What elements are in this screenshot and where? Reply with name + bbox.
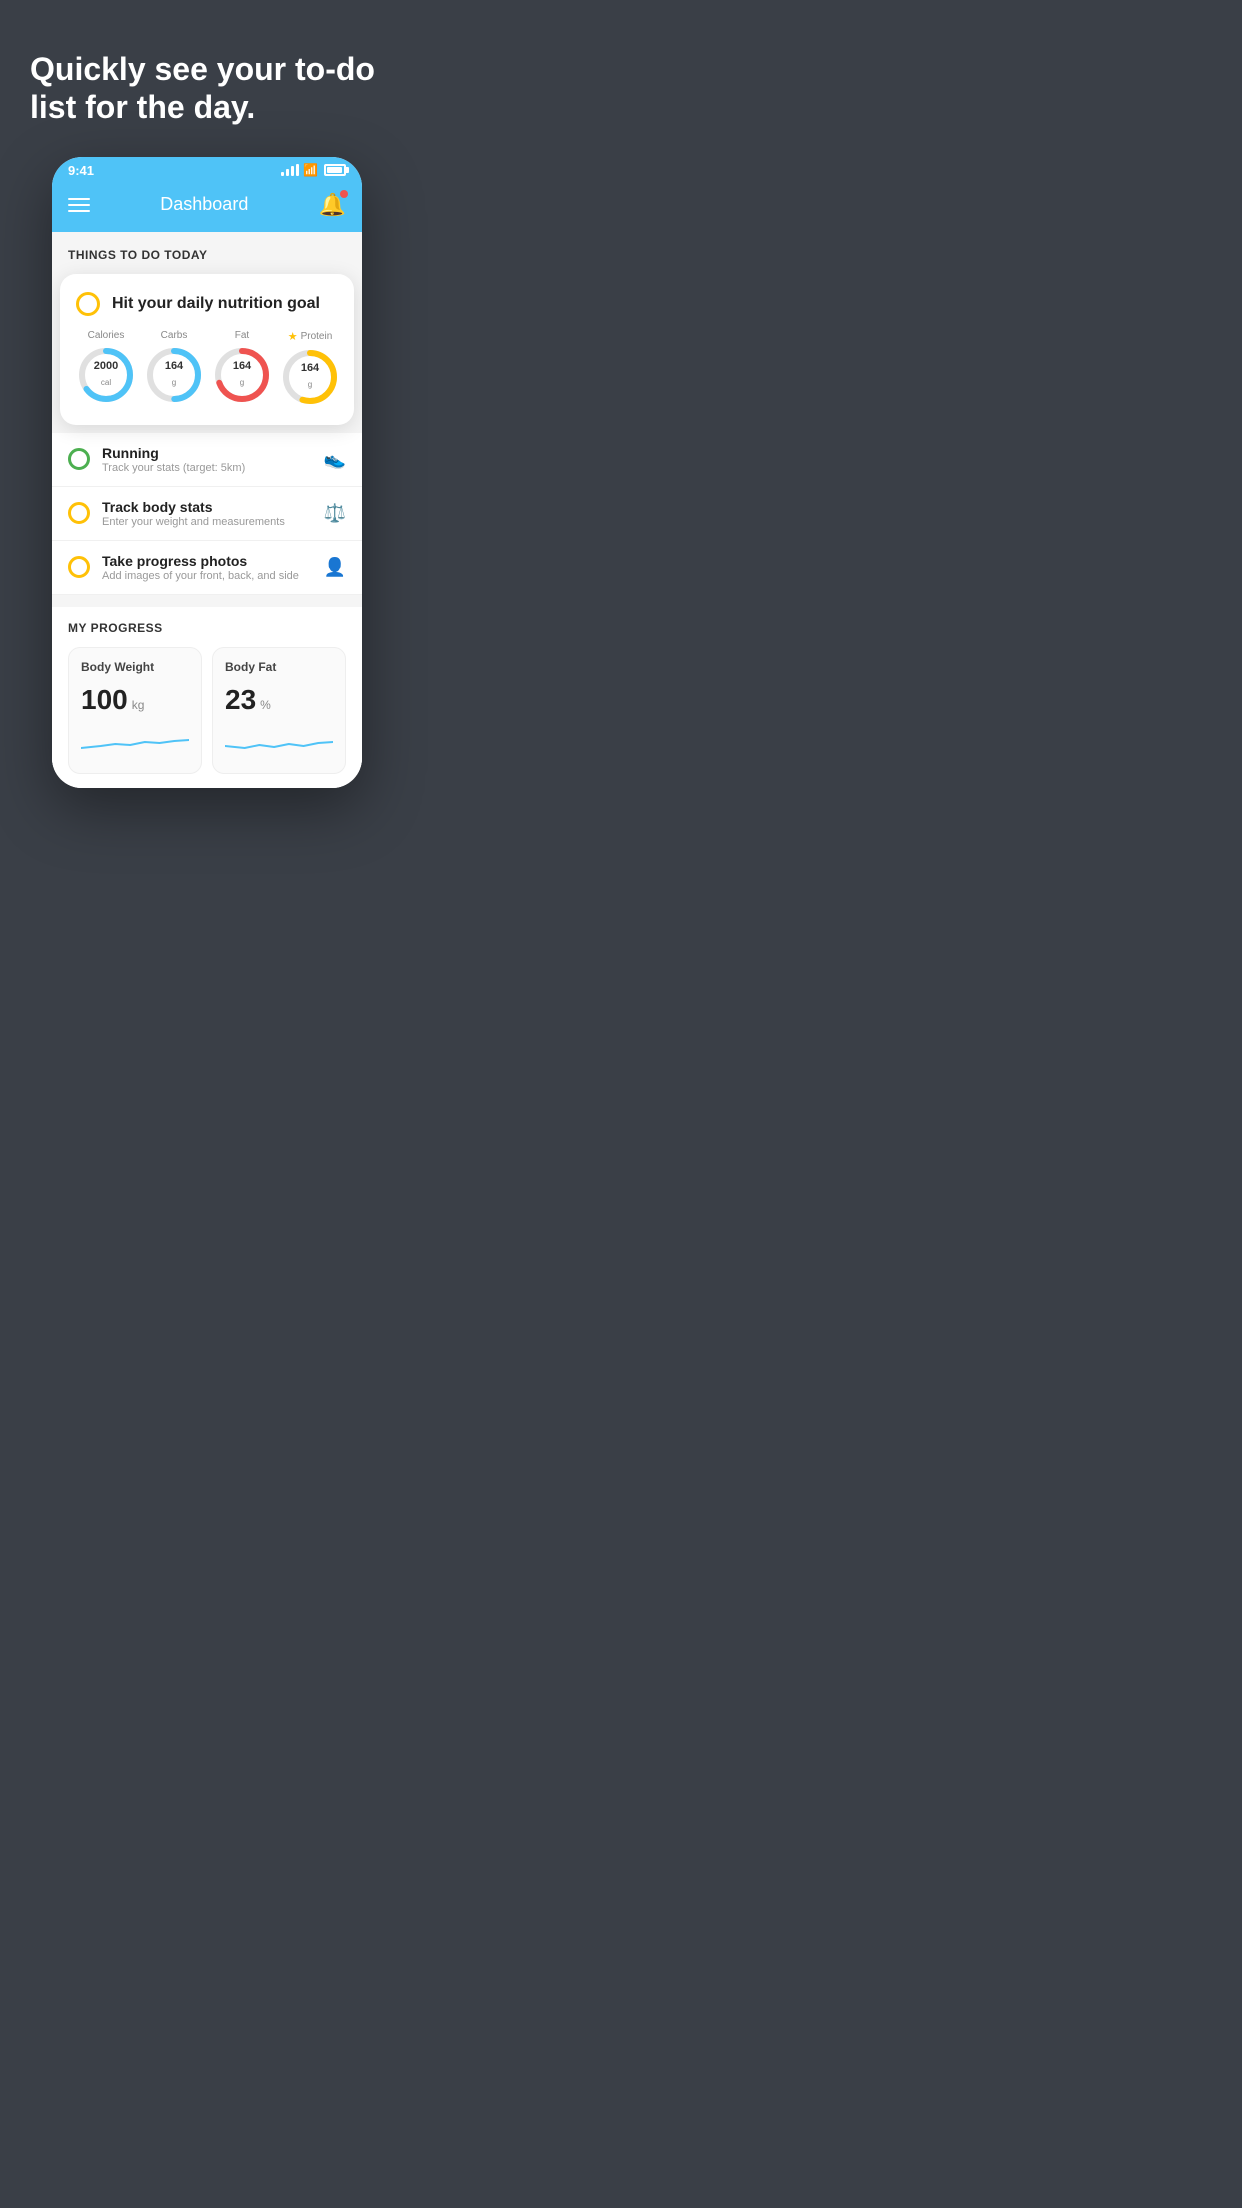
battery-icon	[324, 164, 346, 176]
things-to-do-section: THINGS TO DO TODAY	[52, 232, 362, 274]
things-to-do-title: THINGS TO DO TODAY	[68, 248, 207, 262]
card-header: Hit your daily nutrition goal	[76, 292, 338, 316]
body-fat-card[interactable]: Body Fat 23 %	[212, 647, 346, 774]
nutrition-fat: Fat 164 g	[212, 330, 272, 407]
phone-mockup: 9:41 📶 Dashboard	[52, 157, 362, 788]
todo-item-body-stats[interactable]: Track body stats Enter your weight and m…	[52, 487, 362, 541]
progress-section-title: MY PROGRESS	[68, 621, 346, 635]
body-stats-name: Track body stats	[102, 499, 312, 515]
running-name: Running	[102, 445, 312, 461]
star-icon: ★	[288, 330, 298, 343]
body-weight-unit: kg	[132, 698, 145, 712]
notification-dot	[340, 190, 348, 198]
fat-donut: 164 g	[212, 345, 272, 405]
photos-check-circle	[68, 556, 90, 578]
body-fat-label: Body Fat	[225, 660, 333, 674]
hero-title: Quickly see your to-do list for the day.	[30, 50, 384, 127]
todo-list: Running Track your stats (target: 5km) 👟…	[52, 433, 362, 595]
body-fat-value: 23	[225, 684, 256, 716]
body-fat-value-row: 23 %	[225, 684, 333, 716]
status-icons: 📶	[281, 163, 346, 177]
photos-sub: Add images of your front, back, and side	[102, 570, 312, 582]
running-check-circle	[68, 448, 90, 470]
protein-donut: 164 g	[280, 347, 340, 407]
body-weight-chart	[81, 726, 189, 756]
protein-label: ★ Protein	[288, 330, 333, 343]
nutrition-grid: Calories 2000 cal	[76, 330, 338, 407]
fat-label: Fat	[235, 330, 249, 341]
body-stats-info: Track body stats Enter your weight and m…	[102, 499, 312, 528]
body-stats-sub: Enter your weight and measurements	[102, 516, 312, 528]
calories-value-text: 2000 cal	[94, 360, 118, 390]
nutrition-carbs: Carbs 164 g	[144, 330, 204, 407]
todo-check-circle[interactable]	[76, 292, 100, 316]
progress-cards-row: Body Weight 100 kg Body Fat 23	[68, 647, 346, 774]
photos-icon: 👤	[324, 557, 346, 578]
body-stats-check-circle	[68, 502, 90, 524]
hamburger-menu[interactable]	[68, 198, 90, 212]
body-weight-card[interactable]: Body Weight 100 kg	[68, 647, 202, 774]
calories-label: Calories	[88, 330, 125, 341]
body-stats-icon: ⚖️	[324, 503, 346, 524]
running-icon: 👟	[324, 449, 346, 470]
fat-value-text: 164 g	[233, 360, 251, 390]
protein-value-text: 164 g	[301, 362, 319, 392]
photos-info: Take progress photos Add images of your …	[102, 553, 312, 582]
running-sub: Track your stats (target: 5km)	[102, 462, 312, 474]
carbs-value-text: 164 g	[165, 360, 183, 390]
header-title: Dashboard	[160, 194, 248, 215]
signal-icon	[281, 164, 299, 176]
nutrition-card-title: Hit your daily nutrition goal	[112, 295, 320, 313]
wifi-icon: 📶	[303, 163, 318, 177]
nutrition-calories: Calories 2000 cal	[76, 330, 136, 407]
running-info: Running Track your stats (target: 5km)	[102, 445, 312, 474]
body-fat-unit: %	[260, 698, 271, 712]
carbs-donut: 164 g	[144, 345, 204, 405]
body-fat-chart	[225, 726, 333, 756]
progress-section: MY PROGRESS Body Weight 100 kg	[52, 607, 362, 788]
nutrition-protein: ★ Protein 164 g	[280, 330, 340, 407]
todo-item-running[interactable]: Running Track your stats (target: 5km) 👟	[52, 433, 362, 487]
body-weight-label: Body Weight	[81, 660, 189, 674]
status-bar: 9:41 📶	[52, 157, 362, 182]
todo-item-progress-photos[interactable]: Take progress photos Add images of your …	[52, 541, 362, 595]
hero-section: Quickly see your to-do list for the day.	[0, 0, 414, 157]
app-content: THINGS TO DO TODAY Hit your daily nutrit…	[52, 232, 362, 788]
body-weight-value: 100	[81, 684, 128, 716]
calories-donut: 2000 cal	[76, 345, 136, 405]
app-header: Dashboard 🔔	[52, 182, 362, 232]
body-weight-value-row: 100 kg	[81, 684, 189, 716]
notification-bell[interactable]: 🔔	[319, 192, 346, 218]
nutrition-card: Hit your daily nutrition goal Calories	[60, 274, 354, 425]
phone-frame: 9:41 📶 Dashboard	[52, 157, 362, 788]
status-time: 9:41	[68, 163, 94, 178]
photos-name: Take progress photos	[102, 553, 312, 569]
carbs-label: Carbs	[161, 330, 188, 341]
